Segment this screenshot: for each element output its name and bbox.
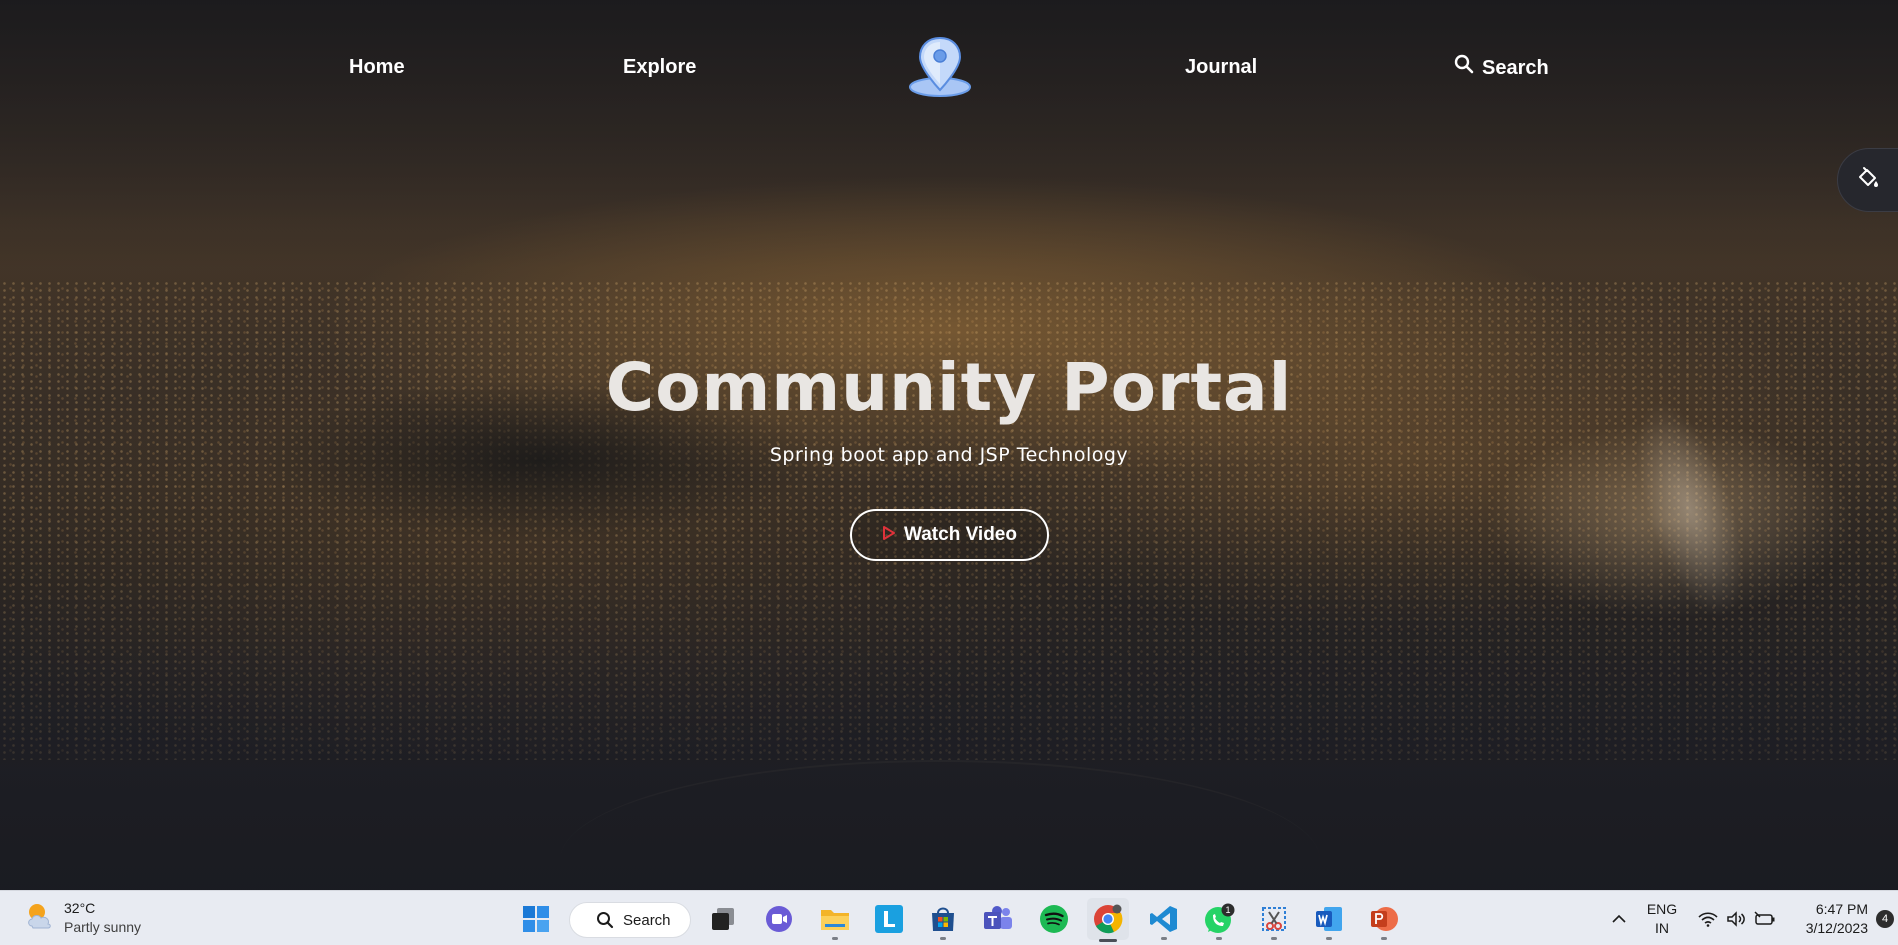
whatsapp-icon[interactable]: 1 <box>1202 902 1236 940</box>
nav-search-link[interactable]: Search <box>1454 54 1549 81</box>
nav-search-label: Search <box>1482 56 1549 79</box>
spotify-icon[interactable] <box>1037 902 1071 936</box>
nav-explore-link[interactable]: Explore <box>623 54 696 80</box>
word-icon[interactable] <box>1312 902 1346 940</box>
search-icon <box>1454 54 1474 81</box>
clock-time: 6:47 PM <box>1815 901 1868 917</box>
teams-chat-icon[interactable] <box>762 902 796 936</box>
watch-video-label: Watch Video <box>904 524 1017 545</box>
windows-start-icon[interactable] <box>519 902 553 936</box>
task-view-icon[interactable] <box>706 902 740 936</box>
clock-date: 3/12/2023 <box>1805 920 1868 936</box>
wifi-icon <box>1698 911 1718 927</box>
taskbar-search-icon <box>596 911 614 929</box>
hero-title: Community Portal <box>605 349 1293 426</box>
theme-customizer-button[interactable] <box>1837 148 1898 212</box>
whatsapp-badge: 1 <box>1225 905 1230 915</box>
language-indicator[interactable]: ENG IN <box>1643 900 1681 938</box>
weather-temperature: 32°C <box>64 900 96 916</box>
system-status-icons[interactable] <box>1692 902 1782 936</box>
microsoft-store-icon[interactable] <box>926 902 960 940</box>
vscode-icon[interactable] <box>1147 902 1181 940</box>
weather-condition: Partly sunny <box>64 919 142 935</box>
taskbar-search-label: Search <box>623 911 671 929</box>
nav-journal-link[interactable]: Journal <box>1185 54 1257 80</box>
nav-home-link[interactable]: Home <box>349 54 405 80</box>
battery-icon <box>1754 911 1776 927</box>
taskbar-search-button[interactable]: Search <box>569 902 691 938</box>
language-code: ENG <box>1646 901 1678 917</box>
powerpoint-icon[interactable] <box>1367 902 1401 940</box>
play-icon <box>882 525 896 545</box>
teams-icon[interactable] <box>981 902 1015 936</box>
language-region: IN <box>1655 920 1669 936</box>
clock[interactable]: 6:47 PM 3/12/2023 <box>1796 900 1868 938</box>
watch-video-button[interactable]: Watch Video <box>850 509 1049 561</box>
location-pin-logo-icon[interactable] <box>906 34 974 98</box>
partly-sunny-icon <box>24 900 56 936</box>
weather-widget[interactable]: 32°C Partly sunny <box>24 899 141 937</box>
file-explorer-icon[interactable] <box>818 902 852 940</box>
chevron-up-icon[interactable] <box>1602 902 1636 936</box>
paint-bucket-icon <box>1856 166 1880 194</box>
chrome-icon[interactable] <box>1087 898 1129 942</box>
volume-icon <box>1726 911 1746 927</box>
l-app-icon[interactable] <box>872 902 906 936</box>
hero-subtitle: Spring boot app and JSP Technology <box>769 444 1129 466</box>
windows-taskbar: 32°C Partly sunny Search 1 ENG IN 6:47 P… <box>0 890 1898 945</box>
notification-badge[interactable]: 4 <box>1876 910 1894 928</box>
snipping-tool-icon[interactable] <box>1257 902 1291 940</box>
